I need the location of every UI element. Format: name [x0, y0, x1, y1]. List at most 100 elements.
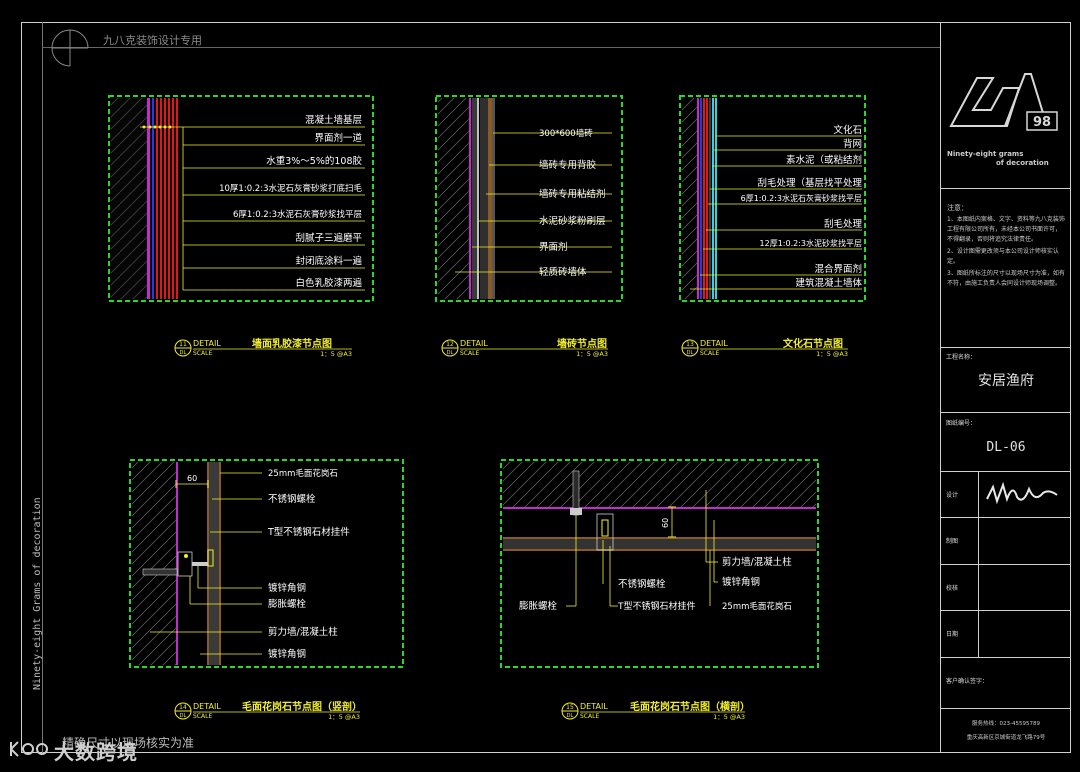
detail-2: 300*600墙砖 墙砖专用背胶 墙砖专用粘结剂 水泥砂浆粉刷层 界面剂 轻质砖…	[435, 95, 623, 358]
d5-callout-2: 镀锌角钢	[722, 576, 760, 588]
d4-dimension: 60	[187, 474, 197, 483]
d1-number: 11	[179, 341, 187, 348]
d4-scale-label: SCALE	[193, 713, 212, 720]
d4-title: 毛面花岗石节点图（竖剖）	[242, 700, 362, 713]
d2-title: 墙砖节点图	[557, 337, 607, 350]
d2-callout-5: 界面剂	[539, 241, 568, 253]
d1-detail-label: DETAIL	[193, 339, 221, 348]
d3-title: 文化石节点图	[783, 337, 843, 350]
note-1: 1、本图纸内案格、文字、资料等九八克装饰工程有限公司所有，未经本公司书面许可，不…	[947, 216, 1065, 243]
title-block: 98 Ninety-eight grams of decoration 工程名称…	[940, 22, 1071, 753]
slogan-line-2: of decoration	[996, 159, 1049, 167]
d4-callout-7: 镀锌角钢	[268, 648, 306, 660]
d1-scale: 1：5 @A3	[320, 350, 352, 358]
detail-4-title: 14 DL DETAIL SCALE 毛面花岗石节点图（竖剖） 1：5 @A3	[174, 700, 362, 721]
d1-callout-8: 白色乳胶漆两遍	[295, 277, 362, 289]
note-3: 3、图纸所标注的尺寸以现场尺寸为准，如有不符，由施工负责人会同设计师现场调整。	[947, 270, 1065, 287]
d4-callout-4: 镀锌角钢	[268, 582, 306, 594]
brand-logo-icon: 98	[949, 73, 1058, 131]
detail-5: 60 剪力墙/混凝土柱 镀锌角钢 不锈钢螺栓 膨胀螺栓 T型不锈钢石材挂件 25…	[500, 459, 819, 721]
d3-callout-8: 混合界面剂	[814, 263, 862, 275]
d2-callout-3: 墙砖专用粘结剂	[539, 188, 606, 200]
detail-4: 60 25mm毛面花岗石 不锈钢螺栓 T型不锈钢石材挂件 镀锌角钢 膨胀螺栓 剪…	[129, 459, 404, 721]
d2-callout-6: 轻质砖墙体	[539, 266, 587, 278]
d4-callout-1: 25mm毛面花岗石	[268, 468, 338, 479]
d3-scale-label: SCALE	[700, 350, 719, 357]
project-name-label: 工程名称：	[946, 354, 977, 361]
d5-callout-1: 剪力墙/混凝土柱	[722, 556, 792, 568]
d3-callout-2: 背网	[843, 138, 862, 150]
designer-label: 设计	[946, 492, 959, 499]
logo-number: 98	[1033, 115, 1051, 130]
d5-detail-label: DETAIL	[580, 702, 608, 711]
d3-callout-6: 刮毛处理	[824, 218, 863, 230]
d4-callout-6: 剪力墙/混凝土柱	[268, 626, 338, 638]
d5-sheet: DL	[567, 713, 574, 719]
d4-sheet: DL	[180, 713, 187, 719]
notes-section: 注意： 1、本图纸内案格、文字、资料等九八克装饰工程有限公司所有，未经本公司书面…	[947, 203, 1065, 291]
drawing-number-label: 图纸编号：	[946, 420, 977, 427]
d1-callout-1: 混凝土墙基层	[305, 114, 362, 126]
d4-number: 14	[179, 704, 187, 711]
d5-callout-6: 25mm毛面花岗石	[722, 601, 792, 612]
detail-1: 混凝土墙基层 界面剂一道 水重3%～5%的108胶 10厚1:0.2:3水泥石灰…	[108, 95, 374, 358]
detail-3: 文化石 背网 素水泥（或粘结剂 刮毛处理（基层找平处理 6厚1:0.2:3水泥石…	[679, 95, 866, 358]
d3-callout-1: 文化石	[833, 124, 862, 136]
d2-callout-2: 墙砖专用背胶	[539, 159, 597, 171]
detail-3-title: 13 DL DETAIL SCALE 文化石节点图 1：5 @A3	[681, 337, 848, 358]
d5-dimension: 60	[661, 518, 670, 528]
d1-scale-label: SCALE	[193, 350, 212, 357]
checker-label: 校核	[946, 585, 959, 592]
d5-number: 15	[566, 704, 574, 711]
d4-scale: 1：5 @A3	[328, 713, 360, 721]
d5-scale: 1：5 @A3	[713, 713, 745, 721]
client-signature-label: 客户确认签字：	[946, 678, 989, 685]
service-phone: 服务热线：023-45595789	[972, 721, 1040, 727]
d4-callout-2: 不锈钢螺栓	[268, 493, 316, 505]
d2-scale: 1：5 @A3	[576, 350, 608, 358]
d4-callout-5: 膨胀螺栓	[268, 598, 307, 610]
d4-callout-3: T型不锈钢石材挂件	[267, 526, 350, 538]
d3-callout-4: 刮毛处理（基层找平处理	[757, 177, 862, 189]
d2-scale-label: SCALE	[460, 350, 479, 357]
d1-callout-6: 刮腻子三遍磨平	[295, 232, 362, 244]
d5-scale-label: SCALE	[580, 713, 599, 720]
d4-detail-label: DETAIL	[193, 702, 221, 711]
notes-title: 注意：	[947, 204, 968, 212]
company-address: 重庆高新区京城街道龙飞路79号	[966, 735, 1046, 741]
d3-number: 13	[686, 341, 694, 348]
d3-callout-7: 12厚1:0.2:3水泥砂浆找平层	[760, 238, 862, 248]
d3-sheet: DL	[687, 350, 694, 356]
project-name: 安居渔府	[978, 373, 1034, 389]
d3-detail-label: DETAIL	[700, 339, 728, 348]
designer-signature-icon	[986, 481, 1058, 505]
d3-scale: 1：5 @A3	[816, 350, 848, 358]
d2-sheet: DL	[447, 350, 454, 356]
d2-detail-label: DETAIL	[460, 339, 488, 348]
slogan-line-1: Ninety-eight grams	[947, 150, 1024, 158]
d3-callout-5: 6厚1:0.2:3水泥石灰膏砂浆找平层	[741, 193, 862, 203]
d1-callout-3: 水重3%～5%的108胶	[266, 155, 362, 167]
d2-callout-1: 300*600墙砖	[539, 128, 593, 139]
detail-1-title: 11 DL DETAIL SCALE 墙面乳胶漆节点图 1：5 @A3	[174, 337, 352, 358]
d1-sheet: DL	[180, 350, 187, 356]
d1-callout-7: 封闭底涂料一遍	[295, 255, 362, 267]
d5-callout-5: T型不锈钢石材挂件	[617, 600, 696, 612]
d5-callout-4: 膨胀螺栓	[519, 600, 558, 612]
d5-title: 毛面花岗石节点图（横剖）	[630, 700, 750, 713]
drafter-label: 制图	[946, 538, 959, 545]
d1-callout-2: 界面剂一道	[314, 132, 362, 144]
d2-callout-4: 水泥砂浆粉刷层	[539, 215, 606, 227]
d1-callout-5: 6厚1:0.2:3水泥石灰膏砂浆找平层	[233, 209, 362, 220]
date-label: 日期	[946, 631, 959, 638]
detail-5-title: 15 DL DETAIL SCALE 毛面花岗石节点图（横剖） 1：5 @A3	[561, 700, 750, 721]
detail-drawings: 混凝土墙基层 界面剂一道 水重3%～5%的108胶 10厚1:0.2:3水泥石灰…	[108, 95, 866, 721]
d5-callout-3: 不锈钢螺栓	[618, 578, 666, 590]
drawing-number: DL-06	[986, 440, 1026, 455]
d1-title: 墙面乳胶漆节点图	[252, 337, 332, 350]
note-2: 2、设计图需更改须与本公司设计师核实认定。	[947, 248, 1059, 265]
d1-callout-4: 10厚1:0.2:3水泥石灰膏砂浆打底扫毛	[219, 183, 362, 194]
d3-callout-9: 建筑混凝土墙体	[795, 277, 862, 289]
detail-2-title: 12 DL DETAIL SCALE 墙砖节点图 1：5 @A3	[441, 337, 608, 358]
d2-number: 12	[446, 341, 454, 348]
